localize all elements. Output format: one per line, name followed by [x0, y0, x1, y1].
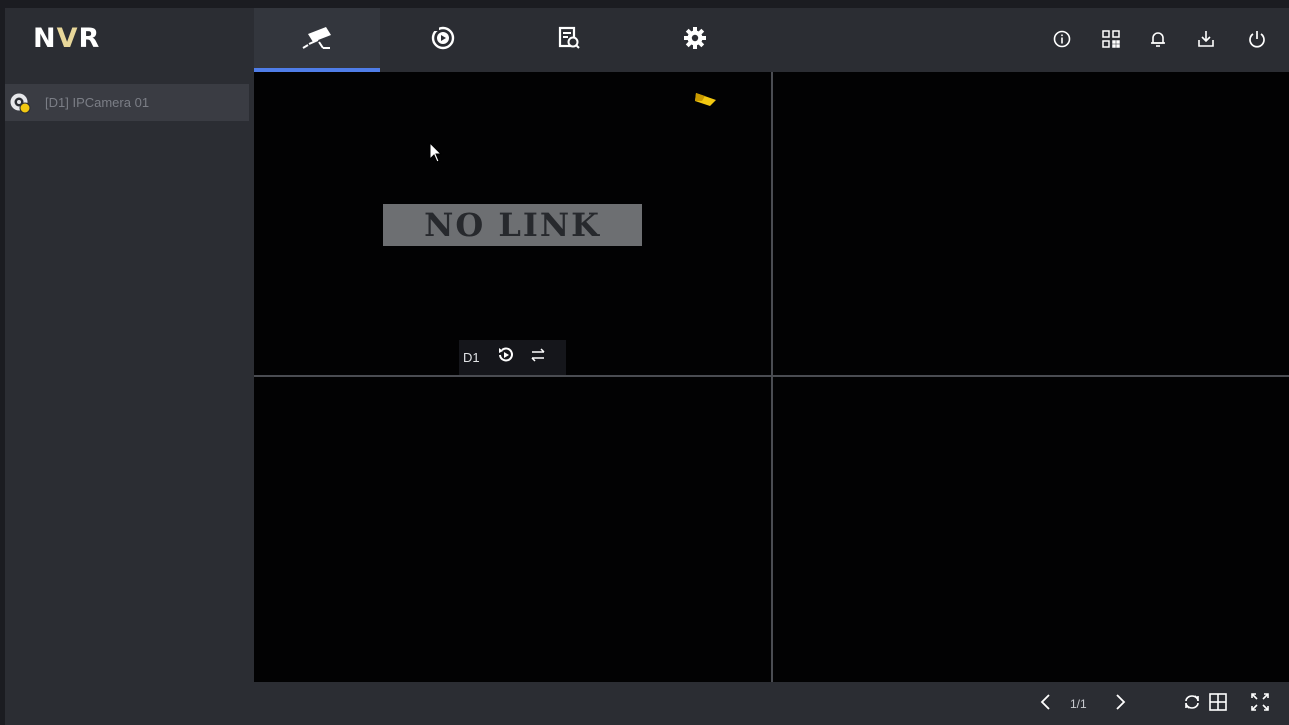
download-icon	[1196, 29, 1216, 54]
camera-offline-icon	[9, 92, 31, 114]
no-link-status: NO LINK	[383, 204, 642, 246]
mouse-pointer-icon	[429, 141, 443, 169]
bottom-toolbar: 1/1	[254, 682, 1289, 725]
sidebar-item-camera-d1[interactable]: [D1] IPCamera 01	[5, 84, 249, 121]
channel-label: D1	[463, 350, 480, 365]
tab-playback[interactable]	[380, 8, 506, 72]
channel-toolbar: D1	[459, 340, 566, 375]
page-indicator: 1/1	[1070, 697, 1087, 711]
video-cell-2[interactable]	[773, 72, 1289, 375]
sidebar-item-label: [D1] IPCamera 01	[45, 95, 150, 110]
download-button[interactable]	[1193, 28, 1219, 54]
top-bar: NVR	[5, 8, 1289, 72]
playback-icon	[430, 25, 456, 56]
qr-code-button[interactable]	[1098, 28, 1124, 54]
fullscreen-icon	[1250, 692, 1270, 717]
switch-stream-button[interactable]	[525, 345, 551, 371]
fullscreen-button[interactable]	[1248, 692, 1272, 716]
tab-settings[interactable]	[632, 8, 758, 72]
file-search-icon	[556, 25, 582, 56]
surveillance-camera-icon	[300, 25, 334, 56]
tab-live-view[interactable]	[254, 8, 380, 72]
video-cell-3[interactable]	[254, 377, 771, 682]
layout-grid-icon	[1208, 692, 1228, 717]
power-button[interactable]	[1244, 28, 1270, 54]
layout-grid-button[interactable]	[1206, 692, 1230, 716]
power-icon	[1247, 29, 1267, 54]
info-icon	[1052, 29, 1072, 54]
nvr-logo: NVR	[33, 23, 101, 54]
camera-status-flag-icon	[694, 91, 718, 112]
instant-playback-icon	[496, 345, 516, 370]
next-page-icon	[1113, 693, 1127, 716]
prev-page-button[interactable]	[1036, 692, 1056, 716]
info-button[interactable]	[1049, 28, 1075, 54]
tab-file-search[interactable]	[506, 8, 632, 72]
switch-stream-icon	[528, 345, 548, 370]
bell-icon	[1148, 29, 1168, 54]
grid-divider-horizontal	[254, 375, 1289, 377]
instant-playback-button[interactable]	[493, 345, 519, 371]
next-page-button[interactable]	[1110, 692, 1130, 716]
qr-code-icon	[1101, 29, 1121, 54]
gear-icon	[682, 25, 708, 56]
camera-list-sidebar: [D1] IPCamera 01	[5, 72, 254, 725]
grid-divider-vertical	[771, 72, 773, 682]
video-cell-4[interactable]	[773, 377, 1289, 682]
prev-page-icon	[1039, 693, 1053, 716]
auto-switch-icon	[1182, 692, 1202, 717]
alarm-button[interactable]	[1145, 28, 1171, 54]
auto-switch-button[interactable]	[1180, 692, 1204, 716]
